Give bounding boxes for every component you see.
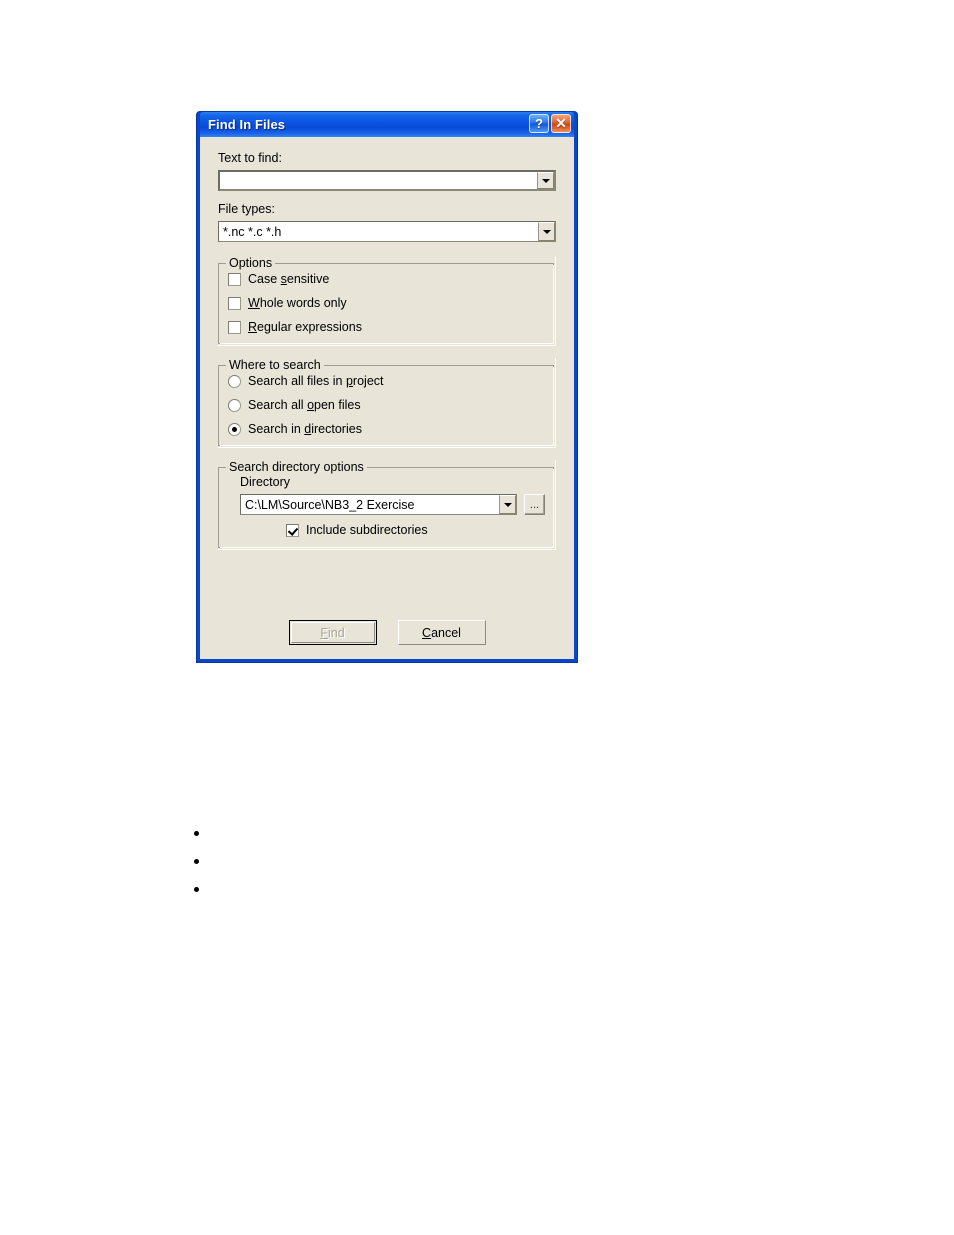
case-sensitive-label: Case sensitive (248, 272, 330, 286)
checkbox-regular-expressions[interactable]: Regular expressions (228, 318, 545, 336)
radio-search-all-files-in-project[interactable]: Search all files in project (228, 372, 545, 390)
regular-expressions-label: Regular expressions (248, 320, 362, 334)
search-all-open-files-radio-icon[interactable] (228, 398, 241, 412)
text-to-find-label: Text to find: (218, 151, 282, 165)
text-to-find-combobox[interactable] (218, 170, 556, 191)
file-types-combobox[interactable]: *.nc *.c *.h (218, 221, 556, 242)
file-types-label: File types: (218, 202, 275, 216)
browse-button[interactable]: ... (524, 494, 545, 515)
find-button-label: Find (320, 625, 345, 640)
radio-search-all-open-files[interactable]: Search all open files (228, 396, 545, 414)
cancel-button[interactable]: Cancel (397, 620, 486, 645)
search-all-files-in-project-radio-icon[interactable] (228, 374, 241, 388)
checkbox-case-sensitive[interactable]: Case sensitive (228, 270, 545, 288)
find-button[interactable]: Find (288, 620, 377, 645)
dialog-client-area: Text to find: File types: *.nc *.c *.h O… (200, 137, 574, 659)
case-sensitive-checkbox-icon[interactable] (228, 272, 241, 286)
where-to-search-groupbox: Where to search Search all files in proj… (218, 358, 556, 448)
text-to-find-chevron-down-icon[interactable] (537, 172, 554, 189)
dialog-button-bar: Find Cancel (200, 620, 574, 645)
checkbox-include-subdirectories[interactable]: Include subdirectories (286, 523, 545, 537)
dialog-titlebar[interactable]: Find In Files ? ✕ (200, 112, 574, 137)
directory-label: Directory (240, 475, 291, 489)
directory-input[interactable]: C:\LM\Source\NB3_2 Exercise (241, 498, 499, 512)
search-all-files-in-project-label: Search all files in project (248, 374, 384, 388)
include-subdirectories-checkbox-icon[interactable] (286, 523, 299, 537)
search-directory-options-groupbox: Search directory options Directory C:\LM… (218, 460, 556, 550)
where-to-search-groupbox-title: Where to search (226, 358, 324, 372)
options-groupbox: Options Case sensitive Whole words only … (218, 256, 556, 346)
help-icon[interactable]: ? (529, 114, 549, 133)
checkbox-whole-words-only[interactable]: Whole words only (228, 294, 545, 312)
close-glyph: ✕ (555, 115, 567, 131)
include-subdirectories-label: Include subdirectories (306, 523, 428, 537)
search-all-open-files-label: Search all open files (248, 398, 361, 412)
search-directory-options-groupbox-title: Search directory options (226, 460, 367, 474)
close-icon[interactable]: ✕ (551, 114, 571, 133)
whole-words-only-label: Whole words only (248, 296, 347, 310)
dialog-title: Find In Files (208, 117, 286, 132)
search-in-directories-radio-icon[interactable] (228, 422, 241, 436)
list-item (180, 876, 480, 904)
directory-chevron-down-icon[interactable] (499, 495, 516, 514)
search-in-directories-label: Search in directories (248, 422, 362, 436)
list-item (180, 820, 480, 848)
whole-words-only-checkbox-icon[interactable] (228, 296, 241, 310)
radio-search-in-directories[interactable]: Search in directories (228, 420, 545, 438)
directory-row: C:\LM\Source\NB3_2 Exercise ... (240, 494, 545, 515)
regular-expressions-checkbox-icon[interactable] (228, 320, 241, 334)
file-types-chevron-down-icon[interactable] (538, 222, 555, 241)
cancel-button-label: Cancel (422, 625, 461, 640)
directory-combobox[interactable]: C:\LM\Source\NB3_2 Exercise (240, 494, 517, 515)
caption-button-group: ? ✕ (529, 114, 571, 133)
options-groupbox-title: Options (226, 256, 276, 270)
find-in-files-dialog: Find In Files ? ✕ Text to find: File typ… (196, 111, 578, 663)
bullet-list (180, 820, 480, 904)
list-item (180, 848, 480, 876)
help-glyph: ? (535, 116, 543, 131)
file-types-input[interactable]: *.nc *.c *.h (219, 225, 538, 239)
